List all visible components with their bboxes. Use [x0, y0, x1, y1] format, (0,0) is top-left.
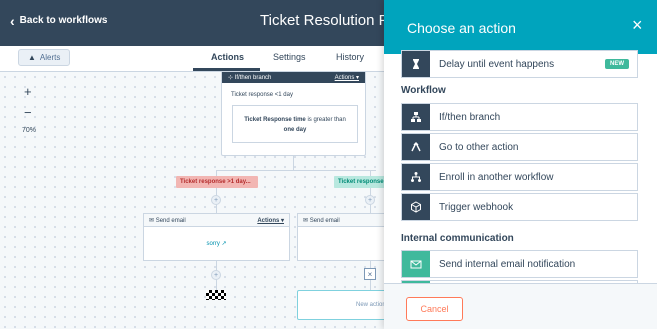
- action-send-internal-email[interactable]: Send internal email notification: [401, 250, 638, 278]
- node-actions-menu[interactable]: Actions ▾: [257, 217, 284, 224]
- active-tab-indicator: [193, 68, 260, 71]
- new-action-placeholder[interactable]: New action: [297, 290, 397, 320]
- action-trigger-webhook[interactable]: Trigger webhook: [401, 193, 638, 221]
- email-icon: ✉: [303, 217, 310, 224]
- close-panel-button[interactable]: ×: [632, 15, 643, 36]
- section-title-internal-communication: Internal communication: [401, 233, 514, 244]
- enroll-workflow-icon: [402, 164, 430, 190]
- branch-label-red[interactable]: Ticket response >1 day...: [176, 176, 258, 188]
- close-icon[interactable]: ×: [364, 268, 376, 280]
- zoom-out-button[interactable]: −: [24, 105, 32, 120]
- action-label: Delay until event happens: [439, 58, 555, 70]
- tab-settings[interactable]: Settings: [273, 52, 306, 62]
- action-label: Enroll in another workflow: [439, 171, 554, 183]
- tab-history[interactable]: History: [336, 52, 364, 62]
- hourglass-icon: [402, 51, 430, 77]
- section-title-workflow: Workflow: [401, 85, 446, 96]
- go-to-icon: [402, 134, 430, 160]
- action-delay-until-event[interactable]: Delay until event happens NEW: [401, 50, 638, 78]
- new-badge: NEW: [605, 59, 629, 69]
- panel-header: Choose an action ×: [384, 0, 657, 54]
- action-enroll-in-workflow[interactable]: Enroll in another workflow: [401, 163, 638, 191]
- branch-icon: ⊹: [228, 74, 235, 81]
- node-actions-menu[interactable]: Actions ▾: [335, 74, 359, 81]
- node-header: ✉ Send email Actions ▾: [144, 214, 289, 227]
- add-action-button[interactable]: +: [211, 195, 221, 205]
- warning-icon: ▲: [28, 53, 36, 62]
- alerts-button[interactable]: ▲ Alerts: [18, 49, 71, 66]
- panel-footer: Cancel: [384, 283, 657, 329]
- back-label: Back to workflows: [19, 15, 108, 26]
- add-action-button[interactable]: +: [211, 270, 221, 280]
- node-type-label: ✉ Send email: [303, 217, 340, 224]
- alerts-label: Alerts: [39, 53, 61, 62]
- connector-line: [216, 170, 376, 171]
- zoom-in-button[interactable]: +: [24, 84, 32, 99]
- branch-condition: Ticket Response time is greater than one…: [232, 105, 358, 143]
- action-go-to-other-action[interactable]: Go to other action: [401, 133, 638, 161]
- email-icon: ✉: [149, 217, 156, 224]
- send-email-node[interactable]: ✉ Send email Actions ▾ sorry ↗: [143, 213, 290, 261]
- condition-value: one day: [283, 127, 307, 133]
- if-then-branch-node[interactable]: ⊹ If/then branch Actions ▾ Ticket respon…: [221, 72, 366, 156]
- branch-title: Ticket response <1 day: [231, 92, 293, 98]
- email-name-link[interactable]: sorry ↗: [144, 227, 289, 247]
- branch-icon: [402, 104, 430, 130]
- action-label: Go to other action: [439, 141, 519, 153]
- finish-flag-icon: [206, 290, 226, 300]
- cancel-button[interactable]: Cancel: [406, 297, 463, 321]
- webhook-icon: [402, 194, 430, 220]
- add-action-button[interactable]: +: [365, 195, 375, 205]
- condition-property: Ticket Response time: [244, 117, 306, 123]
- action-label: If/then branch: [439, 111, 501, 123]
- action-list[interactable]: Delay until event happens NEW Workflow I…: [384, 47, 657, 283]
- action-label: Trigger webhook: [439, 201, 514, 213]
- zoom-level: 70%: [22, 127, 37, 134]
- node-header: ⊹ If/then branch Actions ▾: [222, 72, 365, 83]
- chevron-left-icon: ‹: [10, 12, 15, 29]
- action-label: Send internal email notification: [439, 258, 576, 270]
- action-if-then-branch[interactable]: If/then branch: [401, 103, 638, 131]
- node-type-label: ✉ Send email: [149, 217, 186, 224]
- connector-line: [293, 156, 294, 170]
- node-type-label: ⊹ If/then branch: [228, 74, 272, 81]
- choose-action-panel: Choose an action × Delay until event hap…: [384, 0, 657, 329]
- email-icon: [402, 251, 430, 277]
- condition-operator: is greater than: [307, 117, 346, 123]
- panel-title: Choose an action: [407, 20, 516, 36]
- tab-actions[interactable]: Actions: [211, 52, 244, 62]
- back-to-workflows-button[interactable]: ‹ Back to workflows: [10, 12, 108, 29]
